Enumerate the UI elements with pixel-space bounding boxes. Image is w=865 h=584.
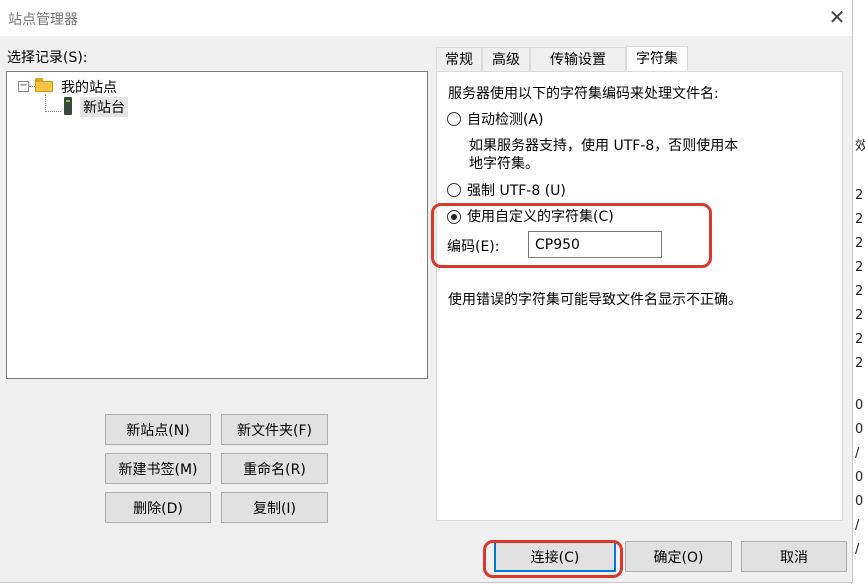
rename-button[interactable]: 重命名(R) [221,453,328,484]
tab-transfer-settings[interactable]: 传输设置 [530,47,626,71]
bg-text: 0 [855,422,864,437]
new-folder-button[interactable]: 新文件夹(F) [221,414,328,445]
auto-detect-radio[interactable] [447,112,461,126]
select-entry-label: 选择记录(S): [7,50,88,66]
new-site-button[interactable]: 新站点(N) [105,414,211,445]
bg-text: / [855,518,860,533]
tab-charset[interactable]: 字符集 [626,46,688,72]
annotation-highlight [483,540,623,578]
window-title: 站点管理器 [8,12,78,28]
title-bar: 站点管理器 ✕ [0,0,852,36]
new-bookmark-button[interactable]: 新建书签(M) [105,453,211,484]
tree-item-new-site[interactable]: 新站台 [80,97,128,117]
copy-button[interactable]: 复制(I) [221,492,328,523]
bg-text: 2 [855,212,864,227]
bg-text: 0 [855,494,864,509]
tab-advanced[interactable]: 高级 [482,47,530,71]
bg-text: / [855,446,860,461]
tree-connector [45,94,46,112]
collapse-icon[interactable]: − [18,81,29,92]
bg-text: / [855,542,860,557]
auto-detect-description: 如果服务器支持，使用 UTF-8，否则使用本 [469,138,739,154]
tree-connector [45,111,61,112]
tree-item-my-sites[interactable]: 我的站点 [61,77,117,97]
auto-detect-description-cont: 地字符集。 [469,156,539,172]
annotation-highlight [431,203,712,268]
bg-text: 2 [855,188,864,203]
bg-text: 2 [855,260,864,275]
force-utf8-radio[interactable] [447,183,461,197]
bg-text: 效 [855,139,865,154]
server-icon [64,97,72,115]
ok-button[interactable]: 确定(O) [625,541,732,572]
bg-text: 0 [855,398,864,413]
charset-warning: 使用错误的字符集可能导致文件名显示不正确。 [448,292,742,308]
force-utf8-label[interactable]: 强制 UTF-8 (U) [467,180,566,200]
auto-detect-label[interactable]: 自动检测(A) [467,109,544,129]
bg-text: 2 [855,332,864,347]
bg-text: 2 [855,356,864,371]
bg-text: 2 [855,308,864,323]
tab-general[interactable]: 常规 [436,47,482,71]
bg-text: 2 [855,236,864,251]
charset-intro: 服务器使用以下的字符集编码来处理文件名: [448,86,719,102]
bg-text: 2 [855,284,864,299]
delete-button[interactable]: 删除(D) [105,492,211,523]
site-tree[interactable]: − 我的站点 新站台 [6,71,428,379]
site-manager-dialog: 站点管理器 ✕ 选择记录(S): − 我的站点 新站台 新站点(N) 新文件夹(… [0,0,853,583]
cancel-button[interactable]: 取消 [741,541,847,572]
background-window-column: 效 2 2 2 2 2 2 2 2 0 0 / 0 0 / / [851,0,865,584]
close-icon[interactable]: ✕ [826,6,848,28]
bg-text: 0 [855,470,864,485]
folder-icon [35,78,53,92]
